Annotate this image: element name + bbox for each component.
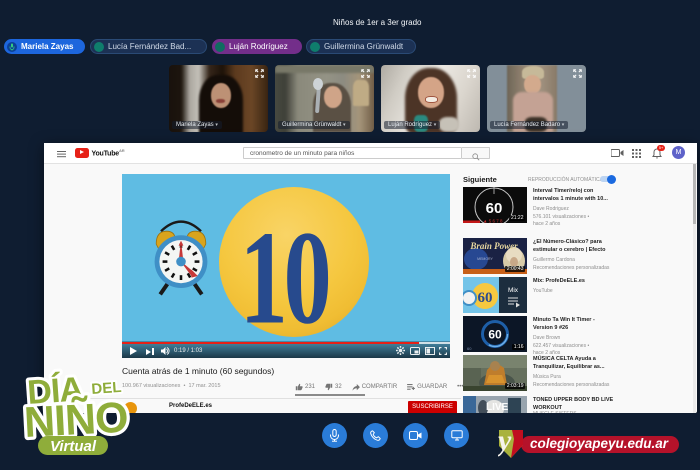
- svg-text:60: 60: [467, 346, 472, 351]
- svg-text:LIVE: LIVE: [486, 402, 509, 413]
- svg-text:60: 60: [478, 290, 493, 306]
- svg-text:y: y: [498, 429, 512, 457]
- svg-text:Brain Power: Brain Power: [469, 241, 518, 251]
- svg-text:Virtual: Virtual: [50, 438, 97, 455]
- svg-text:60: 60: [488, 328, 502, 342]
- svg-text:Mix: Mix: [508, 287, 519, 294]
- svg-text:60: 60: [486, 200, 503, 217]
- svg-text:▲ 5 6 7 8: ▲ 5 6 7 8: [483, 219, 503, 224]
- svg-text:MEMORY: MEMORY: [477, 257, 493, 261]
